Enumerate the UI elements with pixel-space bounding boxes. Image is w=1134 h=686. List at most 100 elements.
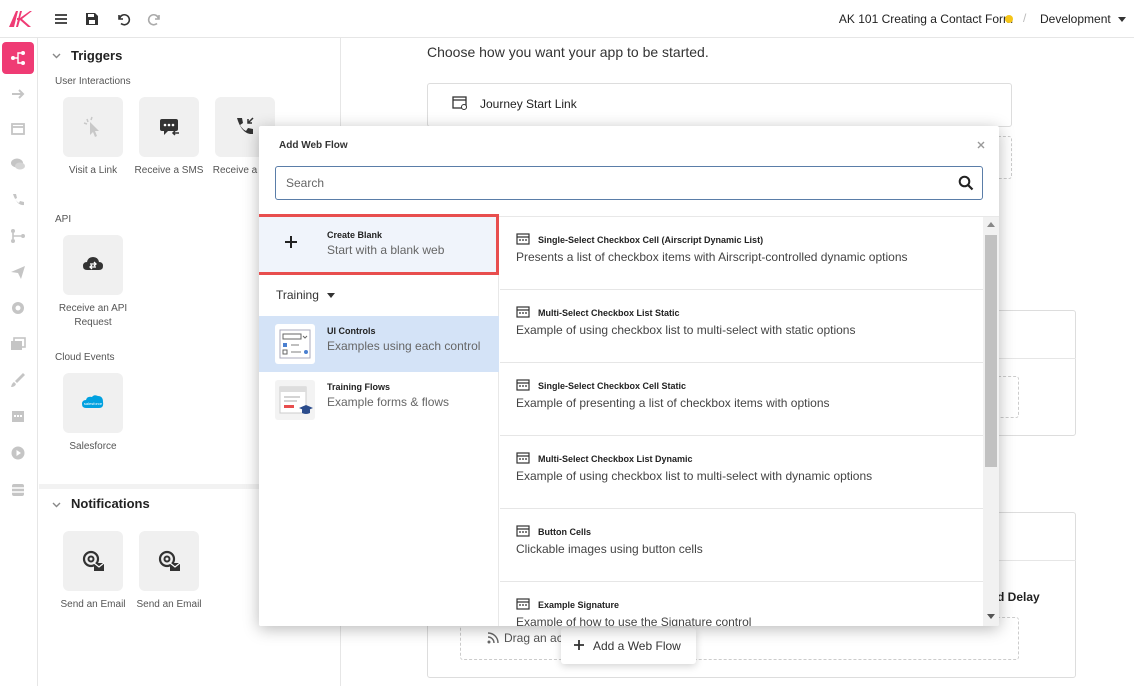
template-item[interactable]: Example Signature Example of how to use … <box>500 582 983 626</box>
database-icon[interactable] <box>9 481 27 499</box>
pointer-icon <box>83 116 99 137</box>
phone-icon[interactable] <box>9 191 27 209</box>
api-request-tile[interactable] <box>63 235 123 295</box>
triggers-heading[interactable]: Triggers <box>71 48 122 63</box>
category-training-flows[interactable]: Training Flows Example forms & flows <box>259 372 499 428</box>
calendar-icon[interactable] <box>9 407 27 425</box>
create-blank-option[interactable]: Create Blank Start with a blank web <box>259 214 499 275</box>
cards-icon[interactable] <box>9 335 27 353</box>
chevron-down-icon[interactable] <box>327 293 335 298</box>
template-item[interactable]: Multi-Select Checkbox List Static Exampl… <box>500 290 983 363</box>
environment-selector[interactable]: Development <box>1040 12 1111 26</box>
template-description: Presents a list of checkbox items with A… <box>516 250 908 264</box>
chevron-down-icon[interactable] <box>1118 17 1126 22</box>
template-title: Button Cells <box>538 527 591 537</box>
webflow-icon <box>516 598 530 610</box>
send-email-tile[interactable] <box>63 531 123 591</box>
webflow-icon <box>516 233 530 245</box>
template-title: Single-Select Checkbox Cell (Airscript D… <box>538 235 764 245</box>
template-description: Example of using checkbox list to multi-… <box>516 469 873 483</box>
scroll-thumb[interactable] <box>985 235 997 467</box>
template-title: Multi-Select Checkbox List Static <box>538 308 680 318</box>
send-icon[interactable] <box>9 263 27 281</box>
play-icon[interactable] <box>9 444 27 462</box>
app-title[interactable]: AK 101 Creating a Contact Form <box>839 12 1013 26</box>
cloud-events-label: Cloud Events <box>55 352 115 363</box>
add-web-flow-button[interactable]: Add a Web Flow <box>561 628 696 664</box>
webflow-icon <box>516 525 530 537</box>
template-title: Multi-Select Checkbox List Dynamic <box>538 454 693 464</box>
search-input[interactable] <box>284 167 944 198</box>
brush-icon[interactable] <box>9 371 27 389</box>
phone-call-icon <box>237 117 254 135</box>
template-description: Example of presenting a list of checkbox… <box>516 396 830 410</box>
salesforce-icon: salesforce <box>82 395 104 408</box>
create-blank-subtitle: Start with a blank web <box>327 243 445 257</box>
template-item[interactable]: Multi-Select Checkbox List Dynamic Examp… <box>500 436 983 509</box>
menu-icon[interactable] <box>53 11 69 27</box>
salesforce-tile[interactable]: salesforce <box>63 373 123 433</box>
card-divider <box>990 560 1076 561</box>
email-icon <box>82 550 105 571</box>
create-blank-title: Create Blank <box>327 230 383 240</box>
delay-label: d Delay <box>997 590 1040 604</box>
ui-controls-title: UI Controls <box>327 326 376 336</box>
status-dot <box>1005 15 1013 23</box>
send-email-label: Send an Email <box>60 599 126 610</box>
branch-icon[interactable] <box>9 227 27 245</box>
notifications-heading[interactable]: Notifications <box>71 496 150 511</box>
save-icon[interactable] <box>84 11 100 27</box>
rail-item-flows[interactable] <box>2 42 34 74</box>
top-bar: AK 101 Creating a Contact Form / Develop… <box>0 0 1134 38</box>
webflow-icon <box>516 379 530 391</box>
settings-icon[interactable] <box>9 299 27 317</box>
plus-icon <box>285 236 297 248</box>
template-description: Clickable images using button cells <box>516 542 703 556</box>
separator: / <box>1023 11 1027 25</box>
chevron-down-icon[interactable] <box>52 51 61 60</box>
training-flows-title: Training Flows <box>327 382 391 392</box>
template-scrollbar[interactable] <box>983 217 999 626</box>
template-description: Example of how to use the Signature cont… <box>516 615 752 626</box>
training-flows-subtitle: Example forms & flows <box>327 395 450 409</box>
redo-icon[interactable] <box>147 11 163 27</box>
template-item[interactable]: Single-Select Checkbox Cell (Airscript D… <box>500 217 983 290</box>
page-icon[interactable] <box>9 120 27 138</box>
send-email-tile-2[interactable] <box>139 531 199 591</box>
scroll-up-arrow-icon[interactable] <box>987 222 995 227</box>
category-list: Create Blank Start with a blank web Trai… <box>259 214 499 626</box>
undo-icon[interactable] <box>115 11 131 27</box>
search-box <box>275 166 983 200</box>
webflow-icon <box>516 452 530 464</box>
api-label: API <box>55 214 72 225</box>
ui-controls-subtitle: Examples using each control <box>327 339 481 353</box>
sms-icon <box>160 119 179 136</box>
scroll-down-arrow-icon[interactable] <box>987 614 995 619</box>
email-icon <box>158 550 181 571</box>
chat-icon[interactable] <box>9 155 27 173</box>
template-title: Example Signature <box>538 600 620 610</box>
category-ui-controls[interactable]: UI Controls Examples using each control <box>259 316 499 372</box>
send-email-label-2: Send an Email <box>136 599 202 610</box>
salesforce-label: Salesforce <box>69 441 117 452</box>
cloud-sync-icon <box>83 257 103 270</box>
left-rail <box>0 38 38 686</box>
journey-start-link-label[interactable]: Journey Start Link <box>480 97 577 111</box>
training-dropdown[interactable]: Training <box>276 288 319 302</box>
template-item[interactable]: Single-Select Checkbox Cell Static Examp… <box>500 363 983 436</box>
receive-sms-tile[interactable] <box>139 97 199 157</box>
search-icon[interactable] <box>958 175 974 191</box>
close-icon[interactable] <box>975 139 987 151</box>
template-title: Single-Select Checkbox Cell Static <box>538 381 687 391</box>
plus-icon <box>574 640 584 650</box>
app-logo[interactable] <box>8 9 32 29</box>
add-web-flow-modal: Add Web Flow Create Blank Start with a b… <box>259 126 999 626</box>
ui-controls-thumbnail <box>275 324 315 364</box>
page-title: Choose how you want your app to be start… <box>427 44 709 60</box>
visit-link-tile[interactable] <box>63 97 123 157</box>
template-list: Single-Select Checkbox Cell (Airscript D… <box>500 217 983 626</box>
arrow-right-icon[interactable] <box>9 85 27 103</box>
template-item[interactable]: Button Cells Clickable images using butt… <box>500 509 983 582</box>
modal-title: Add Web Flow <box>279 140 348 151</box>
chevron-down-icon[interactable] <box>52 500 61 509</box>
